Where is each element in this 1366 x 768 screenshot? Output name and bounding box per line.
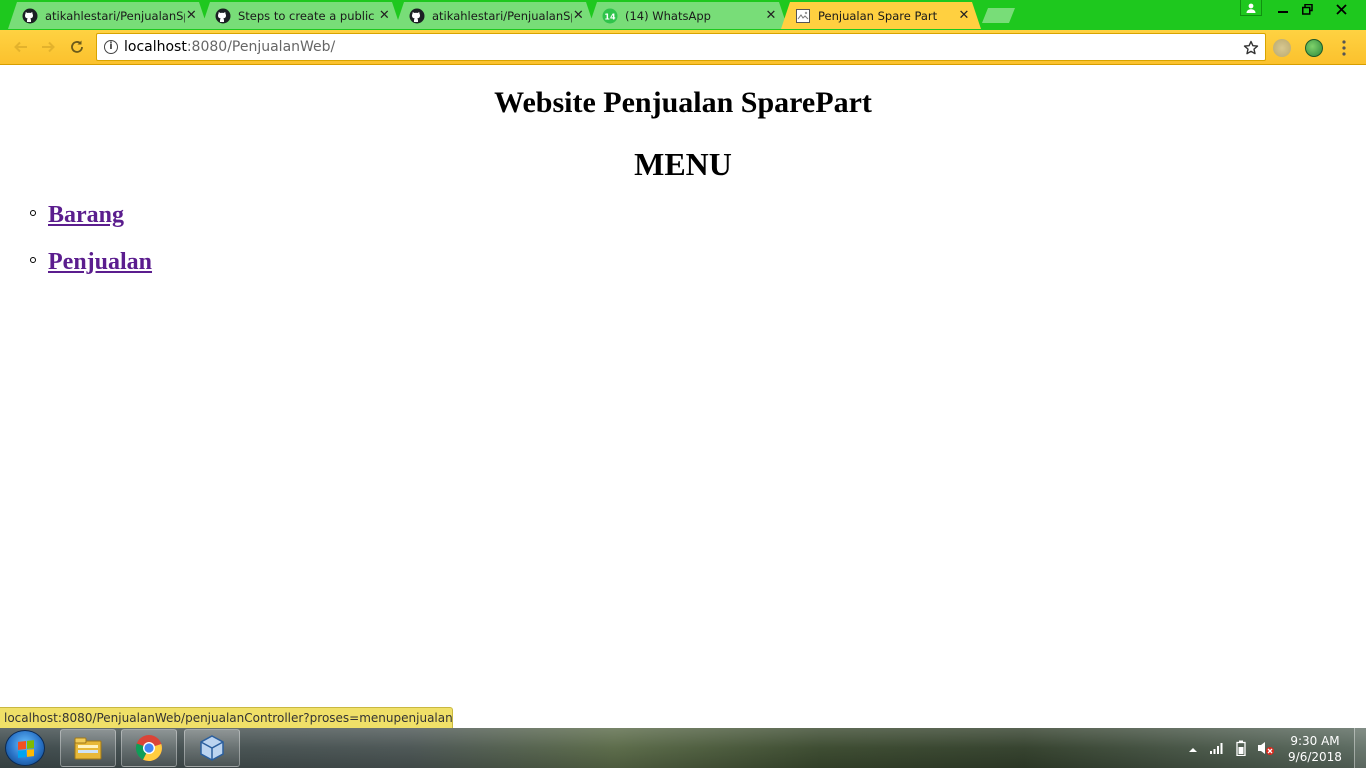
whatsapp-icon: 14 xyxy=(602,8,618,24)
tab-whatsapp[interactable]: 14 (14) WhatsApp ✕ xyxy=(588,2,788,29)
extension-icon[interactable] xyxy=(1273,39,1291,57)
tab-title: (14) WhatsApp xyxy=(625,8,711,23)
tab-penjualan-spare-part[interactable]: Penjualan Spare Part ✕ xyxy=(781,2,981,29)
bookmark-star-icon[interactable] xyxy=(1243,36,1259,61)
url-text[interactable]: localhost:8080/PenjualanWeb/ xyxy=(124,39,335,55)
tab-title: atikahlestari/PenjualanSp xyxy=(432,8,572,23)
tab-title: atikahlestari/PenjualanSp xyxy=(45,8,185,23)
bullet-icon xyxy=(30,257,36,263)
taskbar-clock[interactable]: 9:30 AM 9/6/2018 xyxy=(1284,733,1346,765)
reload-icon[interactable] xyxy=(66,36,88,58)
menu-link-barang[interactable]: Barang xyxy=(48,202,124,229)
menu-link-penjualan[interactable]: Penjualan xyxy=(48,249,152,276)
github-icon xyxy=(22,8,38,24)
minimize-icon[interactable] xyxy=(1270,0,1296,18)
menu-heading: MENU xyxy=(634,146,732,182)
taskbar xyxy=(0,728,1366,768)
tab-close-icon[interactable]: ✕ xyxy=(185,8,198,23)
whatsapp-badge: 14 xyxy=(604,12,616,21)
forward-icon[interactable] xyxy=(37,36,59,58)
page-title: Website Penjualan SparePart xyxy=(494,86,872,119)
tab-close-icon[interactable]: ✕ xyxy=(378,8,391,23)
chrome-icon[interactable] xyxy=(121,729,177,767)
tab-title: Steps to create a public g xyxy=(238,8,378,23)
github-icon xyxy=(409,8,425,24)
windows-logo-icon xyxy=(18,740,34,758)
bullet-icon xyxy=(30,210,36,216)
github-icon xyxy=(215,8,231,24)
address-bar[interactable]: i localhost:8080/PenjualanWeb/ xyxy=(96,33,1266,61)
status-bar-url: localhost:8080/PenjualanWeb/penjualanCon… xyxy=(0,707,453,728)
page-content: Website Penjualan SparePart MENU Barang … xyxy=(0,66,1366,728)
new-tab-button[interactable] xyxy=(982,8,1015,23)
tray-expand-icon[interactable] xyxy=(1188,742,1198,752)
show-desktop-button[interactable] xyxy=(1354,728,1366,768)
file-explorer-icon[interactable] xyxy=(60,729,116,767)
virtualbox-icon[interactable] xyxy=(184,729,240,767)
page-icon xyxy=(795,8,811,24)
url-host: localhost xyxy=(124,39,187,55)
tab-strip: atikahlestari/PenjualanSp ✕ Steps to cre… xyxy=(0,0,1366,30)
tab-close-icon[interactable]: ✕ xyxy=(957,8,971,23)
start-button[interactable] xyxy=(5,730,45,766)
tab-title: Penjualan Spare Part xyxy=(818,8,938,23)
tab-close-icon[interactable]: ✕ xyxy=(764,8,778,23)
clock-date: 9/6/2018 xyxy=(1288,750,1342,764)
info-icon[interactable]: i xyxy=(104,40,118,54)
network-signal-icon[interactable] xyxy=(1209,741,1225,755)
menu-kebab-icon[interactable] xyxy=(1338,38,1350,58)
profile-icon[interactable] xyxy=(1240,0,1262,16)
url-path: :8080/PenjualanWeb/ xyxy=(186,39,336,55)
tab-github-repo-2[interactable]: atikahlestari/PenjualanSp ✕ xyxy=(395,2,595,29)
tab-steps-public[interactable]: Steps to create a public g ✕ xyxy=(201,2,401,29)
back-icon[interactable] xyxy=(10,36,32,58)
globe-extension-icon[interactable] xyxy=(1305,39,1323,57)
tab-github-repo-1[interactable]: atikahlestari/PenjualanSp ✕ xyxy=(8,2,208,29)
close-window-icon[interactable] xyxy=(1328,0,1354,18)
clock-time: 9:30 AM xyxy=(1290,734,1340,748)
battery-icon[interactable] xyxy=(1236,740,1246,757)
restore-icon[interactable] xyxy=(1294,0,1320,18)
volume-muted-icon[interactable] xyxy=(1257,740,1275,756)
tab-close-icon[interactable]: ✕ xyxy=(572,8,585,23)
